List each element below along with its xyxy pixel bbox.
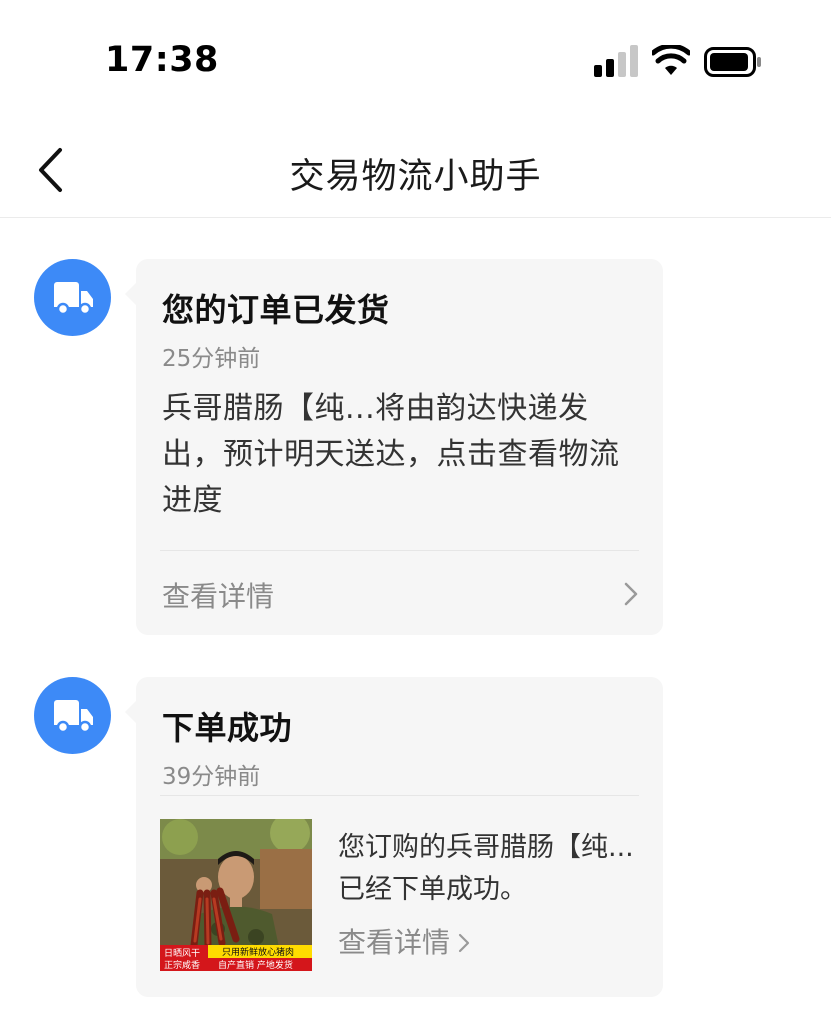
- banner-text-left-top: 日晒风干: [164, 948, 200, 959]
- message-time: 25分钟前: [162, 346, 261, 372]
- delivery-truck-icon: [54, 282, 93, 316]
- banner-text-right-bottom: 自产直销 产地发货: [218, 959, 293, 971]
- product-thumbnail[interactable]: 日晒风干 正宗咸香 只用新鲜放心猪肉 自产直销 产地发货: [160, 819, 312, 971]
- view-details-label: 查看详情: [338, 926, 451, 959]
- message-card-order-success[interactable]: 下单成功 39分钟前 日晒风干 正宗咸香 只用新鲜放心猪肉 自产直销 产地发货 …: [125, 677, 663, 997]
- banner-text-left-bottom: 正宗咸香: [164, 959, 200, 971]
- battery-icon: [704, 47, 761, 77]
- divider: [160, 795, 639, 796]
- chevron-right-icon: [458, 933, 470, 953]
- message-card-shipped[interactable]: 您的订单已发货 25分钟前 兵哥腊肠【纯...将由韵达快递发出，预计明天送达，点…: [125, 259, 663, 635]
- chevron-right-icon: [624, 582, 638, 606]
- message-title: 您的订单已发货: [162, 291, 390, 329]
- message-body: 兵哥腊肠【纯...将由韵达快递发出，预计明天送达，点击查看物流进度: [162, 391, 620, 518]
- wifi-icon: [652, 45, 690, 75]
- status-bar: 17:38: [0, 0, 831, 120]
- cellular-signal-icon: [594, 45, 638, 77]
- status-time: 17:38: [105, 40, 219, 80]
- sender-avatar: [34, 677, 111, 754]
- delivery-truck-icon: [54, 700, 93, 734]
- view-details-button[interactable]: 查看详情: [338, 921, 470, 961]
- product-photo: 日晒风干 正宗咸香 只用新鲜放心猪肉 自产直销 产地发货: [160, 819, 312, 971]
- sender-avatar: [34, 259, 111, 336]
- message-title: 下单成功: [162, 709, 293, 747]
- message-time: 39分钟前: [162, 764, 261, 790]
- order-message-text: 您订购的兵哥腊肠【纯...已经下单成功。: [338, 832, 634, 905]
- view-details-label: 查看详情: [162, 580, 275, 613]
- view-details-button[interactable]: 查看详情: [136, 551, 663, 635]
- banner-text-right-top: 只用新鲜放心猪肉: [222, 946, 294, 958]
- nav-bar: 交易物流小助手: [0, 120, 831, 218]
- page-title: 交易物流小助手: [289, 157, 542, 197]
